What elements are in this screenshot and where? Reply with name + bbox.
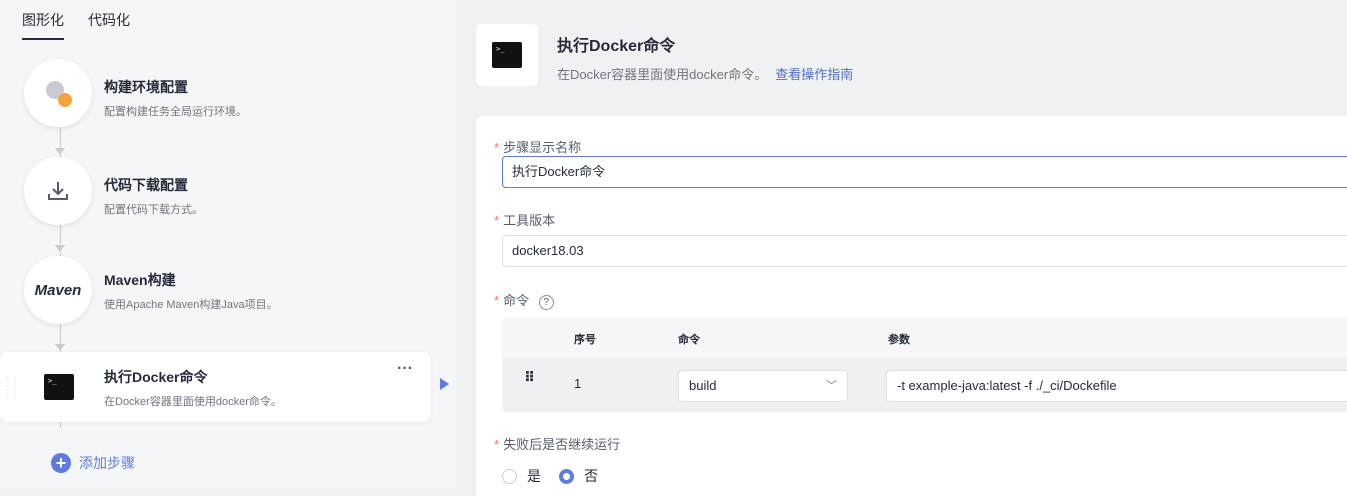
tab-graphical[interactable]: 图形化 bbox=[22, 10, 64, 40]
terminal-icon: >_ bbox=[44, 374, 74, 400]
gear-icon bbox=[24, 59, 92, 127]
radio-no[interactable]: 否 bbox=[559, 466, 598, 486]
help-icon[interactable]: ? bbox=[538, 295, 554, 310]
desc-text: 在Docker容器里面使用docker命令。 bbox=[557, 67, 768, 82]
step-docker-selected[interactable]: : :: :: : >_ 执行Docker命令 在Docker容器里面使用doc… bbox=[0, 352, 431, 422]
continue-radio-group: 是 否 bbox=[502, 466, 598, 486]
page-desc: 在Docker容器里面使用docker命令。 查看操作指南 bbox=[557, 64, 853, 83]
drag-handle-icon[interactable]: : :: :: : bbox=[6, 374, 19, 401]
maven-logo: Maven bbox=[24, 256, 92, 324]
step-desc: 在Docker容器里面使用docker命令。 bbox=[104, 396, 282, 408]
continue-label: * 失败后是否继续运行 bbox=[494, 437, 621, 452]
step-form: * 步骤显示名称 执行Docker命令 * 工具版本 docker18.03 * 命令… bbox=[476, 116, 1347, 496]
command-select[interactable]: build ﹀ bbox=[678, 370, 848, 402]
column-header-params: 参数 bbox=[888, 334, 910, 346]
step-title: Maven构建 bbox=[104, 272, 176, 288]
command-table: 序号 命令 参数 ⠿ 1 build ﹀ -t example-java:late… bbox=[502, 318, 1347, 412]
row-index: 1 bbox=[574, 376, 582, 391]
pipeline-sidebar: 图形化 代码化 构建环境配置 配置构建任务全局运行环境。 代码下载配置 配置代码… bbox=[0, 0, 456, 488]
step-desc: 配置构建任务全局运行环境。 bbox=[104, 106, 247, 118]
drag-handle-icon[interactable]: ⠿ bbox=[524, 370, 535, 384]
arrow-icon bbox=[55, 344, 65, 351]
plus-icon: + bbox=[51, 453, 71, 473]
chevron-down-icon: ﹀ bbox=[826, 380, 837, 392]
tool-version-select[interactable]: docker18.03 bbox=[502, 235, 1347, 267]
version-label: * 工具版本 bbox=[494, 213, 556, 228]
step-code-download[interactable]: 代码下载配置 配置代码下载方式。 bbox=[0, 157, 430, 229]
add-step-button[interactable]: + 添加步骤 bbox=[51, 453, 135, 473]
terminal-icon: >_ bbox=[492, 42, 522, 68]
view-tabs: 图形化 代码化 bbox=[22, 10, 130, 40]
column-header-index: 序号 bbox=[574, 334, 596, 346]
guide-link[interactable]: 查看操作指南 bbox=[775, 67, 853, 82]
radio-yes[interactable]: 是 bbox=[502, 466, 541, 486]
arrow-icon bbox=[55, 245, 65, 252]
step-title: 代码下载配置 bbox=[104, 177, 188, 193]
params-input[interactable]: -t example-java:latest -f ./_ci/Dockefil… bbox=[886, 370, 1347, 402]
download-icon bbox=[24, 157, 92, 225]
more-icon[interactable]: ··· bbox=[397, 360, 413, 378]
page-title: 执行Docker命令 bbox=[557, 38, 676, 55]
step-build-env[interactable]: 构建环境配置 配置构建任务全局运行环境。 bbox=[0, 59, 430, 131]
step-title: 构建环境配置 bbox=[104, 79, 188, 95]
step-name-input[interactable]: 执行Docker命令 bbox=[502, 156, 1347, 188]
command-label: * 命令 ? bbox=[494, 290, 554, 310]
arrow-icon bbox=[55, 148, 65, 155]
add-step-label: 添加步骤 bbox=[79, 455, 135, 471]
step-maven[interactable]: Maven Maven构建 使用Apache Maven构建Java项目。 bbox=[0, 256, 430, 328]
tab-code[interactable]: 代码化 bbox=[88, 10, 130, 40]
step-desc: 配置代码下载方式。 bbox=[104, 204, 203, 216]
step-title: 执行Docker命令 bbox=[104, 369, 208, 385]
step-desc: 使用Apache Maven构建Java项目。 bbox=[104, 299, 278, 311]
docker-step-icon: >_ bbox=[476, 24, 538, 86]
column-header-command: 命令 bbox=[678, 334, 700, 346]
name-label: * 步骤显示名称 bbox=[494, 140, 582, 155]
table-row: ⠿ 1 build ﹀ -t example-java:latest -f ./_… bbox=[502, 358, 1347, 412]
selected-arrow-icon bbox=[440, 378, 449, 390]
